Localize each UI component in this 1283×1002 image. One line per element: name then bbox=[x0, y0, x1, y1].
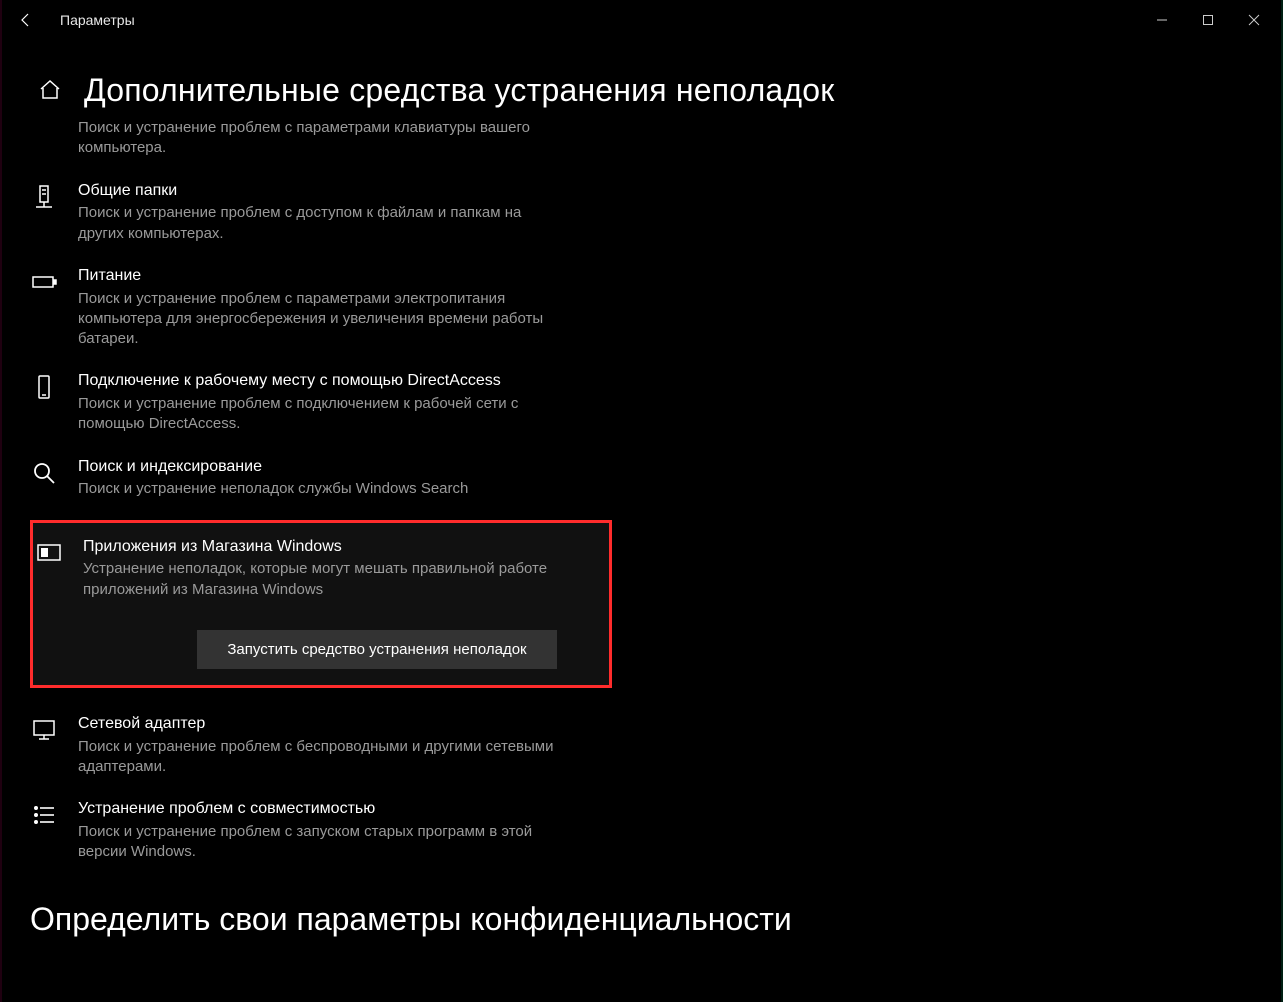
privacy-section-heading: Определить свои параметры конфиденциальн… bbox=[30, 901, 1283, 938]
maximize-button[interactable] bbox=[1185, 4, 1231, 36]
window-title: Параметры bbox=[60, 12, 135, 28]
phone-device-icon bbox=[30, 371, 78, 434]
item-description: Поиск и устранение проблем с параметрами… bbox=[78, 120, 570, 159]
minimize-button[interactable] bbox=[1139, 4, 1185, 36]
close-button[interactable] bbox=[1231, 4, 1277, 36]
keyboard-icon bbox=[30, 120, 78, 159]
titlebar: Параметры bbox=[0, 0, 1283, 40]
item-description: Устранение неполадок, которые могут меша… bbox=[83, 559, 575, 600]
content-area: Клавиатура Поиск и устранение проблем с … bbox=[0, 120, 1283, 1000]
troubleshooter-keyboard[interactable]: Клавиатура Поиск и устранение проблем с … bbox=[30, 120, 590, 163]
item-title: Приложения из Магазина Windows bbox=[83, 537, 575, 558]
troubleshooter-network-adapter[interactable]: Сетевой адаптер Поиск и устранение пробл… bbox=[30, 696, 590, 781]
battery-icon bbox=[30, 266, 78, 350]
troubleshooter-search[interactable]: Поиск и индексирование Поиск и устранени… bbox=[30, 439, 590, 504]
troubleshooter-power[interactable]: Питание Поиск и устранение проблем с пар… bbox=[30, 248, 590, 354]
item-description: Поиск и устранение неполадок службы Wind… bbox=[78, 479, 570, 499]
item-description: Поиск и устранение проблем с беспроводны… bbox=[78, 737, 570, 778]
item-title: Сетевой адаптер bbox=[78, 714, 570, 735]
troubleshooter-list: Клавиатура Поиск и устранение проблем с … bbox=[30, 120, 1283, 938]
window-controls bbox=[1139, 4, 1277, 36]
item-description: Поиск и устранение проблем с доступом к … bbox=[78, 203, 570, 244]
troubleshooter-shared-folders[interactable]: Общие папки Поиск и устранение проблем с… bbox=[30, 163, 590, 248]
back-button[interactable] bbox=[12, 6, 40, 34]
page-title: Дополнительные средства устранения непол… bbox=[84, 72, 835, 109]
app-window-icon bbox=[35, 537, 83, 600]
item-description: Поиск и устранение проблем с параметрами… bbox=[78, 289, 570, 350]
item-description: Поиск и устранение проблем с подключение… bbox=[78, 394, 570, 435]
monitor-icon bbox=[30, 714, 78, 777]
home-icon[interactable] bbox=[30, 70, 70, 110]
troubleshooter-compatibility[interactable]: Устранение проблем с совместимостью Поис… bbox=[30, 781, 590, 866]
item-description: Поиск и устранение проблем с запуском ст… bbox=[78, 822, 570, 863]
troubleshooter-directaccess[interactable]: Подключение к рабочему месту с помощью D… bbox=[30, 353, 590, 438]
item-title: Питание bbox=[78, 266, 570, 287]
run-troubleshooter-button[interactable]: Запустить средство устранения неполадок bbox=[197, 630, 557, 669]
troubleshooter-store-apps-selected: Приложения из Магазина Windows Устранени… bbox=[30, 520, 612, 688]
item-title: Поиск и индексирование bbox=[78, 457, 570, 478]
server-icon bbox=[30, 181, 78, 244]
page-header: Дополнительные средства устранения непол… bbox=[0, 40, 1283, 120]
list-icon bbox=[30, 799, 78, 862]
item-title: Устранение проблем с совместимостью bbox=[78, 799, 570, 820]
item-title: Подключение к рабочему месту с помощью D… bbox=[78, 371, 570, 392]
search-icon bbox=[30, 457, 78, 500]
troubleshooter-store-apps[interactable]: Приложения из Магазина Windows Устранени… bbox=[35, 537, 595, 604]
item-title: Общие папки bbox=[78, 181, 570, 202]
